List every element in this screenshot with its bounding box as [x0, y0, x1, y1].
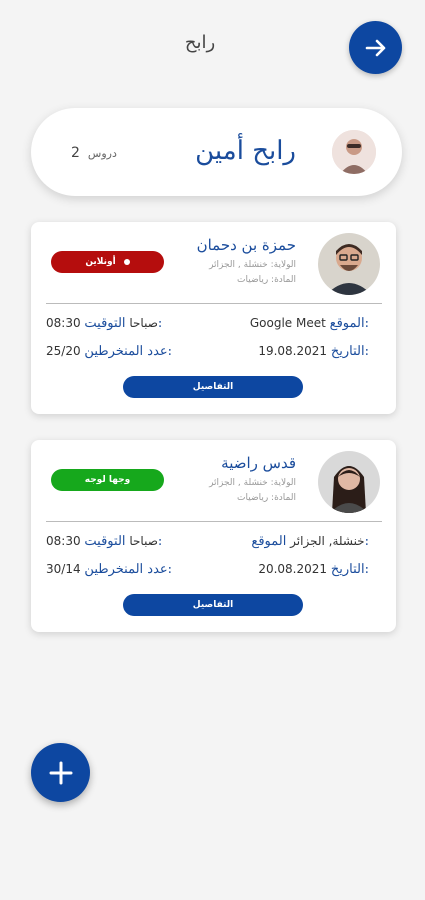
teacher-name: حمزة بن دحمان — [196, 236, 296, 254]
date-value: 20.08.2021 — [258, 562, 328, 576]
lessons-count-value: 2 — [71, 145, 80, 161]
date-label: التاريخ: — [330, 562, 369, 577]
location-row: خنشلة, الجزائر الموقع: — [251, 534, 369, 549]
location-label: الموقع: — [329, 316, 369, 331]
profile-card[interactable]: رابح أمين دروس 2 — [31, 108, 402, 196]
lesson-card[interactable]: حمزة بن دحمان الولاية: خنشلة , الجزائر ا… — [31, 222, 396, 414]
teacher-state: الولاية: خنشلة , الجزائر — [209, 260, 296, 270]
date-row: 20.08.2021 التاريخ: — [258, 562, 369, 577]
details-button[interactable]: التفاصيل — [123, 594, 303, 616]
teacher-name: قدس راضية — [221, 454, 296, 472]
enrolled-value: 25/20 — [46, 344, 81, 358]
location-value: Google Meet — [249, 316, 326, 330]
plus-icon — [49, 761, 72, 784]
enrolled-row: 25/20 عدد المنخرطين: — [46, 344, 172, 359]
divider — [46, 521, 382, 522]
arrow-right-icon — [365, 39, 385, 56]
enrolled-label: عدد المنخرطين: — [84, 562, 173, 577]
status-badge: أونلاين — [51, 251, 164, 273]
date-label: التاريخ: — [330, 344, 369, 359]
online-dot-icon — [123, 259, 130, 265]
teacher-photo — [318, 451, 380, 513]
lessons-count: دروس 2 — [71, 145, 117, 161]
enrolled-row: 30/14 عدد المنخرطين: — [46, 562, 172, 577]
lessons-count-label: دروس — [87, 147, 117, 160]
profile-avatar — [332, 130, 376, 174]
teacher-photo — [318, 233, 380, 295]
badge-label: أونلاين — [85, 257, 116, 267]
page-title: رابح — [184, 32, 216, 53]
location-value: خنشلة, الجزائر — [290, 534, 365, 548]
location-row: Google Meet الموقع: — [250, 316, 369, 331]
add-lesson-button[interactable] — [31, 743, 90, 802]
lesson-card[interactable]: قدس راضية الولاية: خنشلة , الجزائر الماد… — [31, 440, 396, 632]
teacher-subject: المادة: رياضيات — [237, 493, 296, 503]
enrolled-label: عدد المنخرطين: — [84, 344, 173, 359]
details-button[interactable]: التفاصيل — [123, 376, 303, 398]
date-row: 19.08.2021 التاريخ: — [258, 344, 369, 359]
date-value: 19.08.2021 — [258, 344, 328, 358]
time-row: 08:30 صباحا التوقيت: — [46, 316, 162, 331]
teacher-subject: المادة: رياضيات — [237, 275, 296, 285]
forward-button[interactable] — [349, 21, 402, 74]
teacher-state: الولاية: خنشلة , الجزائر — [209, 478, 296, 488]
status-badge: وجها لوجه — [51, 469, 164, 491]
profile-name: رابح أمين — [195, 136, 296, 166]
badge-label: وجها لوجه — [84, 475, 131, 485]
time-row: 08:30 صباحا التوقيت: — [46, 534, 162, 549]
divider — [46, 303, 382, 304]
enrolled-value: 30/14 — [46, 562, 81, 576]
